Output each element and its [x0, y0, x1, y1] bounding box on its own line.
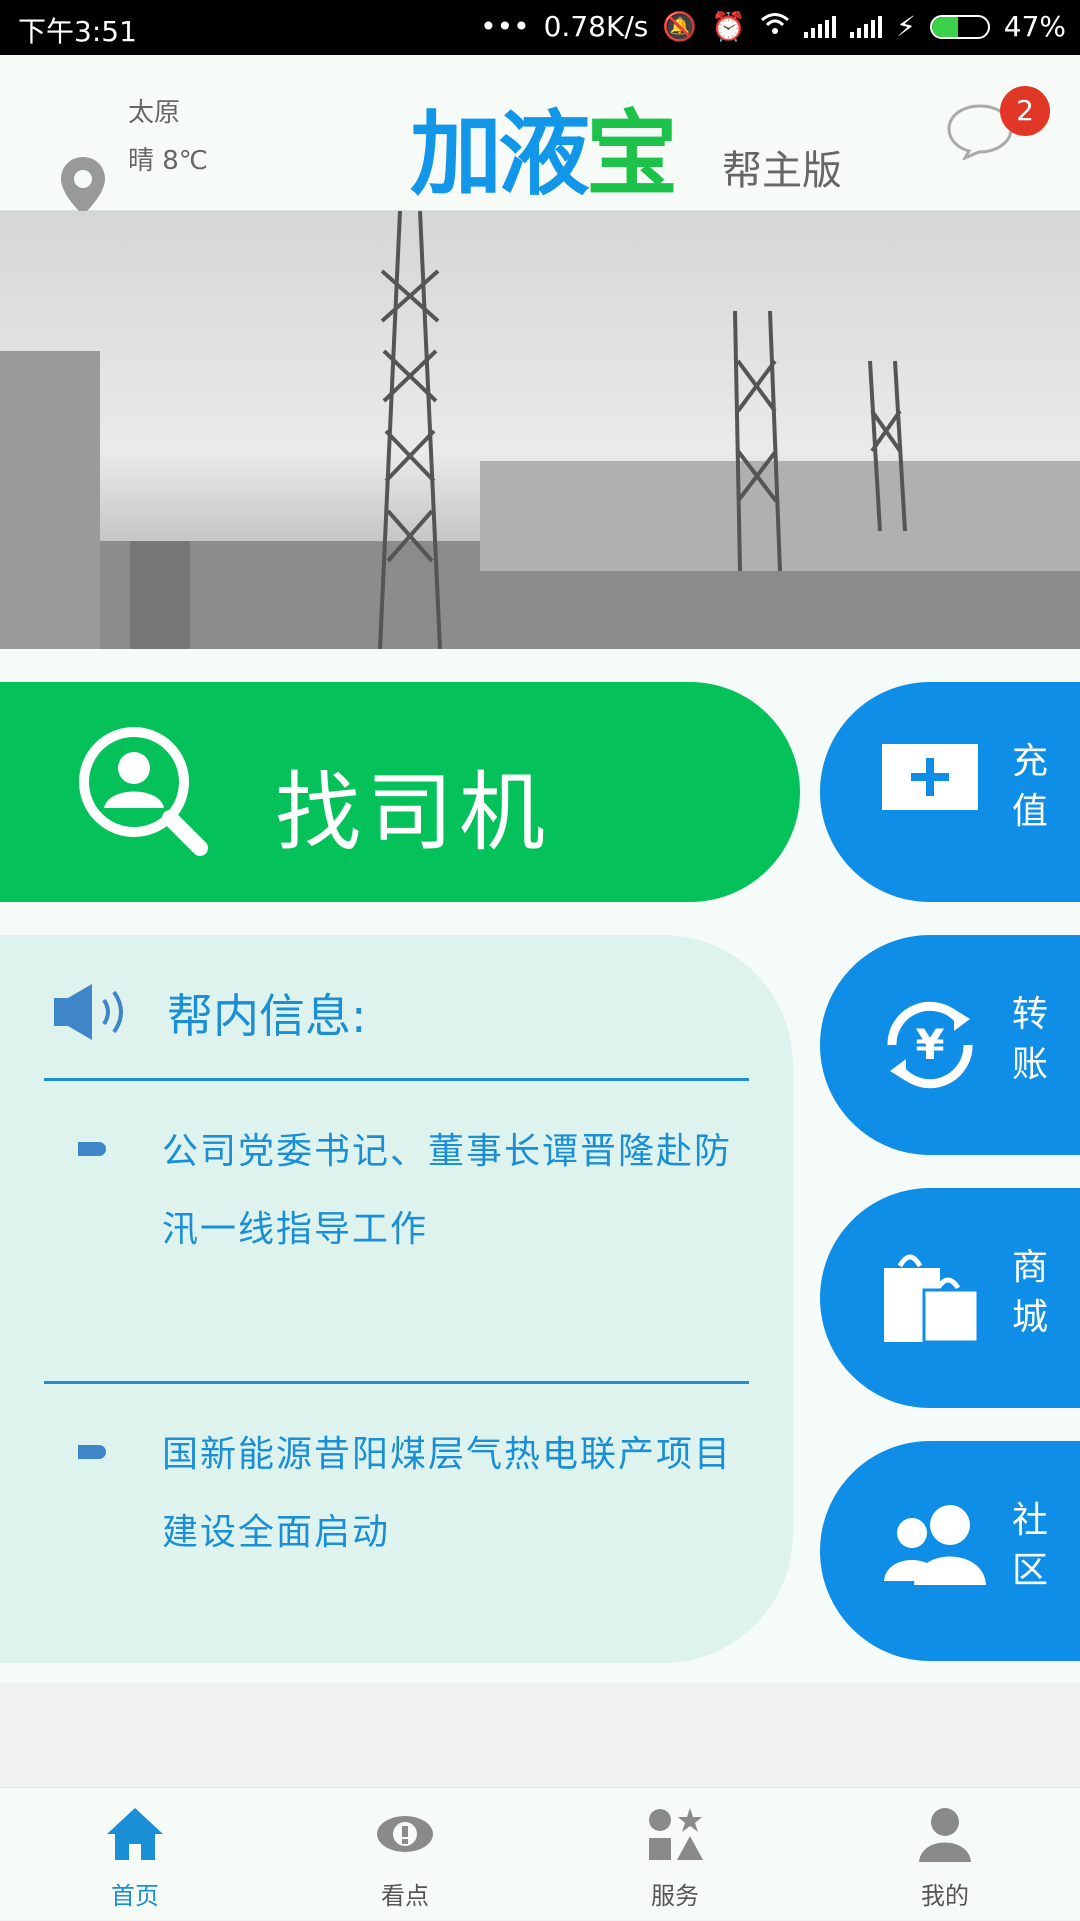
mall-label: 商城 [1011, 1247, 1048, 1338]
tab-highlights[interactable]: 看点 [270, 1788, 540, 1921]
weather-text: 晴 8℃ [128, 146, 209, 176]
edition-label: 帮主版 [722, 148, 842, 194]
status-icons: ••• 0.78K/s 🔕 ⏰ ⚡ 47% [480, 10, 1066, 43]
transfer-label: 转账 [1011, 994, 1048, 1085]
tab-services-label: 服务 [651, 1882, 699, 1910]
tab-me-label: 我的 [921, 1882, 969, 1910]
tab-home[interactable]: 首页 [0, 1788, 270, 1921]
yuan-transfer-icon: ¥ [880, 995, 980, 1099]
news-divider [44, 1078, 749, 1081]
tab-services[interactable]: 服务 [540, 1788, 810, 1921]
person-icon [915, 1806, 975, 1866]
eye-icon [375, 1806, 435, 1866]
bullet-icon [78, 1142, 106, 1156]
community-button[interactable]: 社区 [820, 1441, 1080, 1661]
mute-icon: 🔕 [662, 10, 698, 43]
plus-card-icon [880, 742, 980, 816]
news-panel: 帮内信息: 公司党委书记、董事长谭晋隆赴防汛一线指导工作 国新能源昔阳煤层气热电… [0, 935, 793, 1663]
recharge-label: 充值 [1011, 741, 1048, 832]
charging-icon: ⚡ [896, 10, 916, 43]
dots-icon: ••• [480, 10, 530, 43]
news-item[interactable]: 国新能源昔阳煤层气热电联产项目建设全面启动 [162, 1416, 742, 1572]
tab-me[interactable]: 我的 [810, 1788, 1080, 1921]
wifi-icon [760, 10, 790, 43]
battery-icon [929, 14, 990, 39]
shopping-bag-icon [880, 1248, 980, 1352]
services-icon [645, 1806, 705, 1866]
bottom-tab-bar: 首页 看点 服务 我的 [0, 1787, 1080, 1920]
tab-home-label: 首页 [111, 1882, 159, 1910]
signal-icon [804, 15, 837, 38]
city-name[interactable]: 太原 [128, 92, 180, 129]
status-time: 下午3:51 [18, 15, 137, 48]
signal-icon [850, 15, 883, 38]
users-icon [880, 1501, 990, 1595]
battery-percent: 47% [1003, 10, 1066, 43]
bullet-icon [78, 1445, 106, 1459]
svg-text:¥: ¥ [915, 1020, 944, 1069]
find-driver-label: 找司机 [275, 763, 551, 863]
alarm-icon: ⏰ [711, 10, 747, 43]
news-title: 帮内信息: [167, 989, 367, 1043]
status-bar: 下午3:51 ••• 0.78K/s 🔕 ⏰ ⚡ 47% [0, 0, 1080, 55]
find-driver-button[interactable]: 找司机 [0, 682, 800, 902]
network-speed: 0.78K/s [543, 10, 649, 43]
speaker-icon [52, 980, 136, 1048]
tab-highlights-label: 看点 [381, 1882, 429, 1910]
community-label: 社区 [1011, 1500, 1048, 1591]
news-item[interactable]: 公司党委书记、董事长谭晋隆赴防汛一线指导工作 [162, 1113, 742, 1269]
message-badge: 2 [1000, 86, 1050, 136]
mall-button[interactable]: 商城 [820, 1188, 1080, 1408]
recharge-button[interactable]: 充值 [820, 682, 1080, 902]
search-user-icon [72, 720, 212, 864]
home-icon [105, 1806, 165, 1866]
transfer-button[interactable]: ¥ 转账 [820, 935, 1080, 1155]
app-logo: 加液宝 [410, 101, 678, 208]
banner-image[interactable] [0, 211, 1080, 649]
news-divider [44, 1381, 749, 1384]
